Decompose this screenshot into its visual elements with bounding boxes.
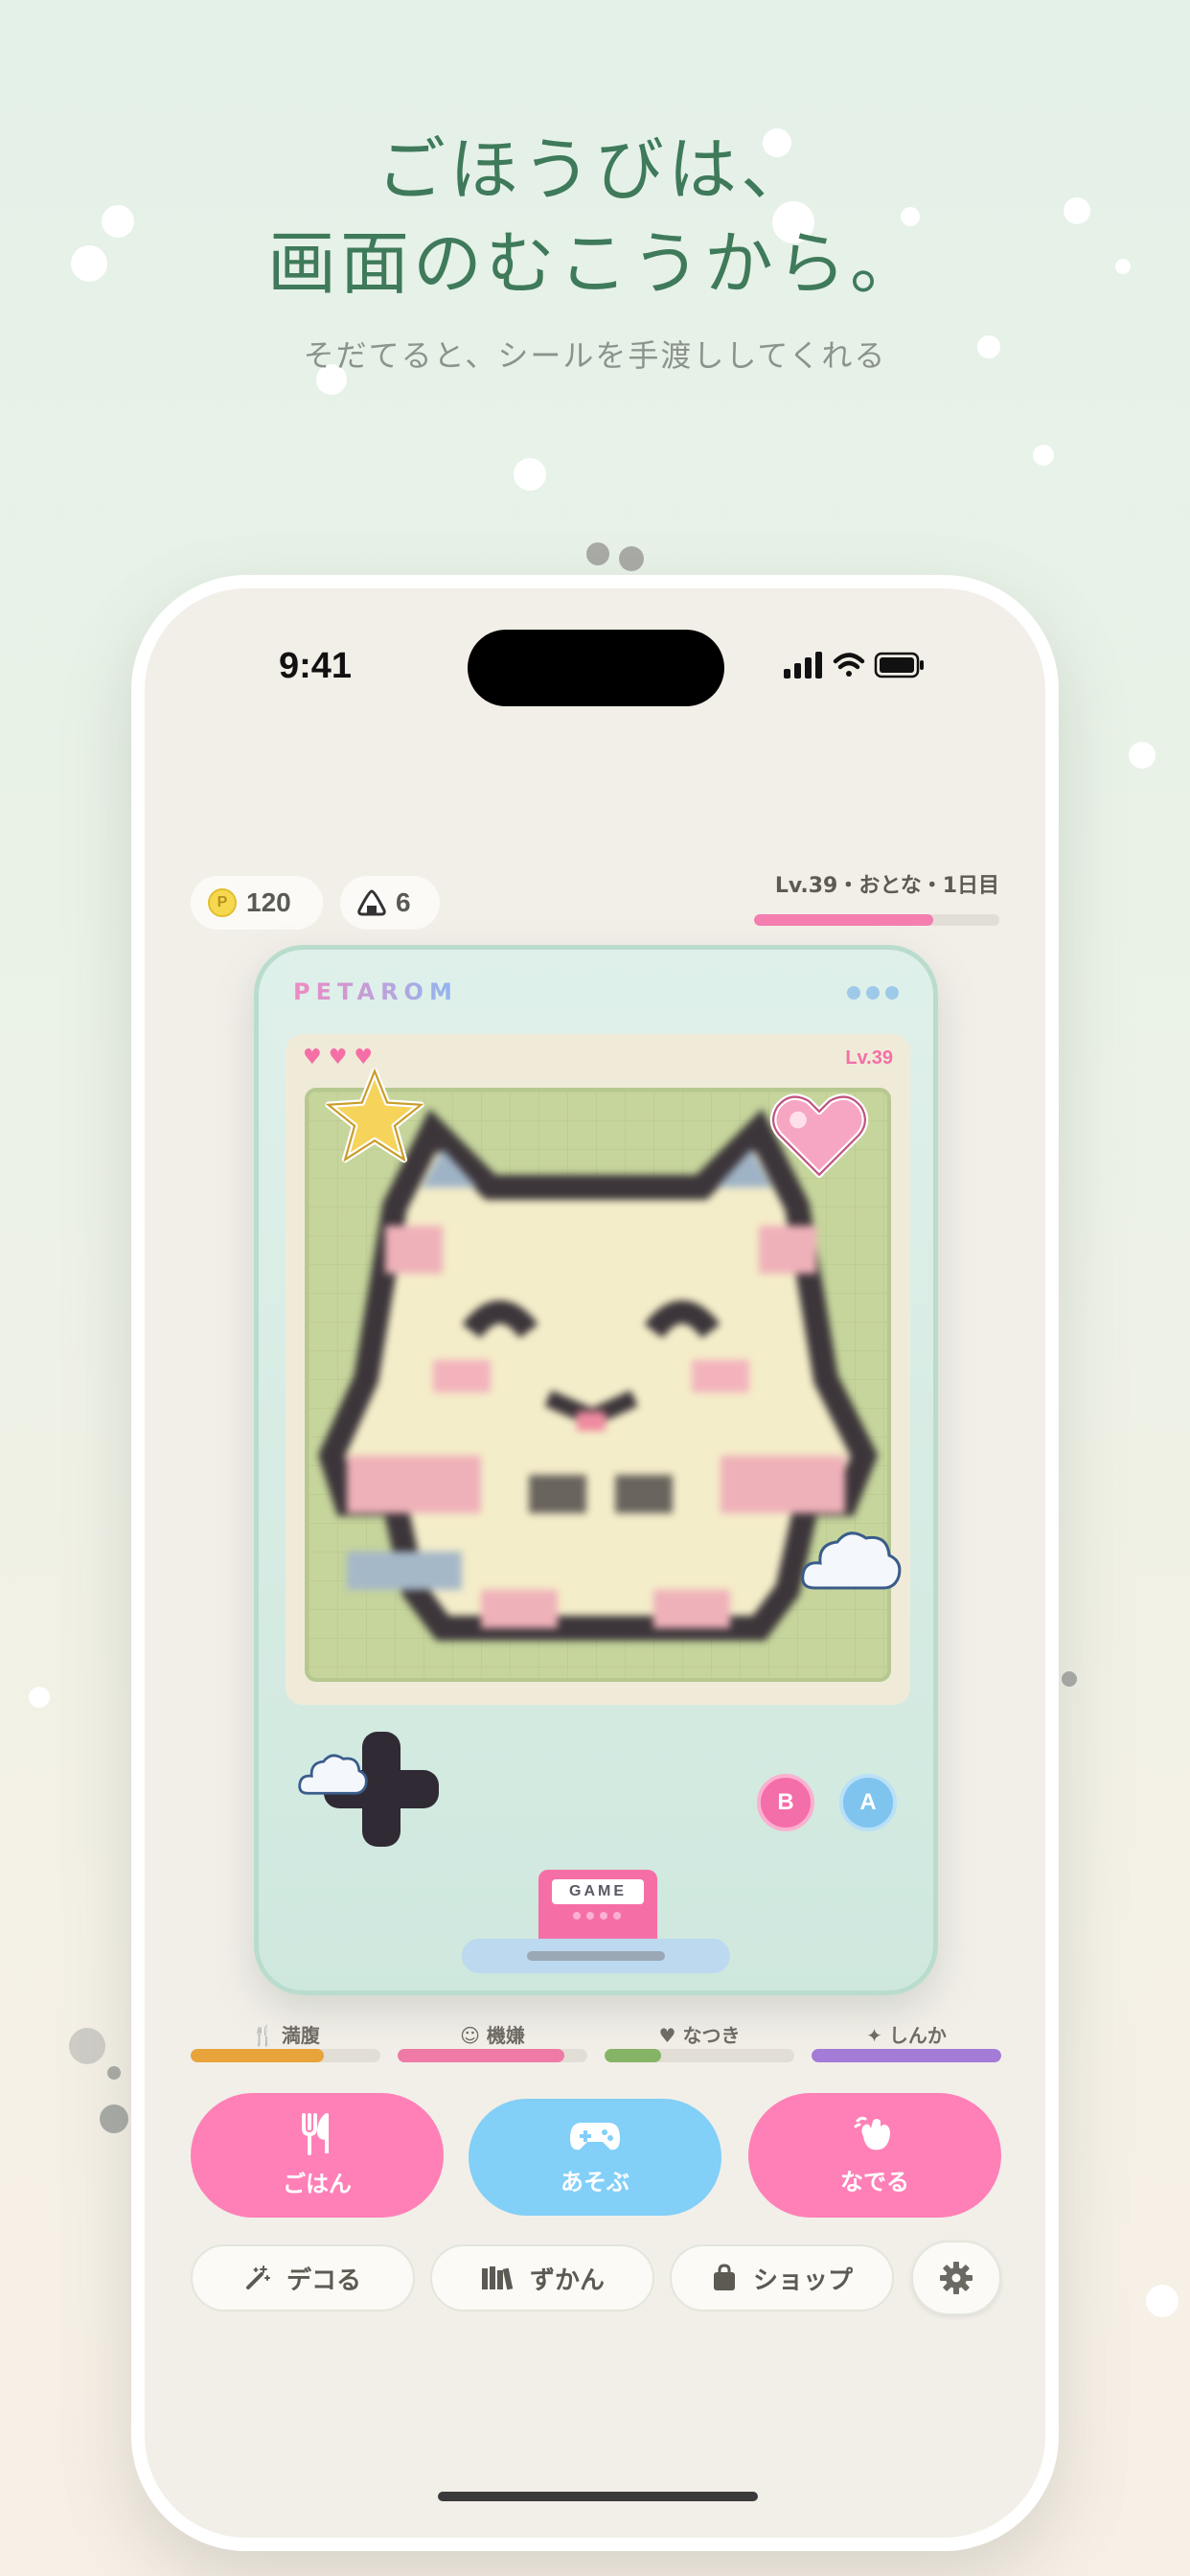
stat-fill [398, 2049, 565, 2062]
shop-label: ショップ [752, 2266, 853, 2295]
phone-frame: 9:41 P 120 6 Lv.39・おとな・1日目 PETAROM ♥ ♥ ♥… [131, 575, 1059, 2551]
onigiri-count: 6 [396, 887, 411, 917]
stat-affection: ♥ なつき [605, 2020, 794, 2062]
books-icon [481, 2266, 514, 2290]
level-progress-fill [754, 914, 933, 926]
stat-evolution: ✦ しんか [812, 2020, 1001, 2062]
lcd-level: Lv.39 [845, 1047, 893, 1069]
coin-count: 120 [246, 887, 291, 917]
device-brand: PETAROM [293, 978, 458, 1005]
gamepad-icon [570, 2122, 620, 2150]
signal-icon [784, 652, 822, 678]
cloud-sticker-icon[interactable] [297, 1747, 370, 1806]
bubble [107, 2066, 121, 2080]
pet-button[interactable]: なでる [748, 2093, 1001, 2218]
dynamic-island [468, 630, 724, 706]
stat-label: ☺ 機嫌 [460, 2024, 525, 2047]
shopping-bag-icon [713, 2264, 735, 2290]
bubble [1062, 1671, 1077, 1687]
bubble [1129, 742, 1156, 769]
bubble [100, 2104, 128, 2133]
b-button[interactable]: B [757, 1774, 814, 1831]
cloud-sticker-icon[interactable] [799, 1521, 904, 1607]
stat-fullness: 🍴 満腹 [191, 2020, 380, 2062]
pet-device: PETAROM ♥ ♥ ♥ Lv.39 B A GAME [254, 945, 938, 1995]
stat-label: ✦ しんか [866, 2024, 947, 2047]
coin-icon: P [208, 888, 237, 917]
stat-label: 🍴 満腹 [251, 2024, 320, 2047]
home-indicator[interactable] [438, 2492, 758, 2501]
device-menu-dots[interactable] [847, 986, 899, 1000]
settings-button[interactable] [911, 2241, 1001, 2315]
level-label: Lv.39・おとな・1日目 [774, 874, 999, 898]
a-button[interactable]: A [839, 1774, 897, 1831]
stat-fill [191, 2049, 324, 2062]
app-screen: 9:41 P 120 6 Lv.39・おとな・1日目 PETAROM ♥ ♥ ♥… [145, 588, 1045, 2538]
stat-label: ♥ なつき [658, 2024, 741, 2047]
heart-sticker-icon[interactable] [767, 1082, 872, 1187]
pet-label: なでる [840, 2168, 909, 2196]
bubble [514, 458, 546, 491]
battery-icon [874, 652, 924, 678]
wifi-icon [833, 653, 865, 677]
decorate-button[interactable]: デコる [191, 2244, 415, 2312]
cartridge-label: GAME [552, 1879, 644, 1904]
encyclopedia-button[interactable]: ずかん [430, 2244, 654, 2312]
cartridge-slot [462, 1939, 730, 1973]
star-sticker-icon[interactable] [322, 1065, 427, 1170]
gear-icon [940, 2262, 973, 2294]
magic-wand-icon [245, 2266, 270, 2289]
bubble [1033, 445, 1054, 466]
bubble [69, 2028, 105, 2064]
feed-label: ごはん [283, 2170, 352, 2197]
feed-button[interactable]: ごはん [191, 2093, 444, 2218]
decorate-label: デコる [286, 2266, 361, 2295]
status-icons [784, 652, 924, 678]
shop-button[interactable]: ショップ [670, 2244, 894, 2312]
coin-counter: P 120 [191, 876, 323, 930]
stat-fill [812, 2049, 1001, 2062]
headline: ごほうびは、 画面のむこうから。 [0, 123, 1190, 310]
fork-knife-icon [302, 2112, 329, 2155]
bubble [619, 546, 644, 571]
stat-mood: ☺ 機嫌 [398, 2020, 587, 2062]
bubble [29, 1687, 50, 1708]
game-cartridge[interactable]: GAME [538, 1870, 657, 1941]
stat-fill [605, 2049, 662, 2062]
onigiri-icon [357, 889, 386, 916]
status-time: 9:41 [279, 646, 353, 686]
headline-line1: ごほうびは、 [376, 129, 813, 210]
bubble [1146, 2285, 1179, 2317]
play-label: あそぶ [561, 2168, 629, 2196]
subheadline: そだてると、シールを手渡ししてくれる [303, 337, 887, 374]
stats-row: 🍴 満腹 ☺ 機嫌 ♥ なつき ✦ しんか [191, 2020, 1001, 2062]
bubble [586, 542, 609, 565]
pet-hand-icon [854, 2116, 890, 2150]
headline-line2: 画面のむこうから。 [266, 223, 923, 304]
level-progress-bar [754, 914, 999, 926]
play-button[interactable]: あそぶ [469, 2099, 721, 2216]
onigiri-counter: 6 [340, 876, 440, 930]
encyclopedia-label: ずかん [529, 2266, 605, 2295]
